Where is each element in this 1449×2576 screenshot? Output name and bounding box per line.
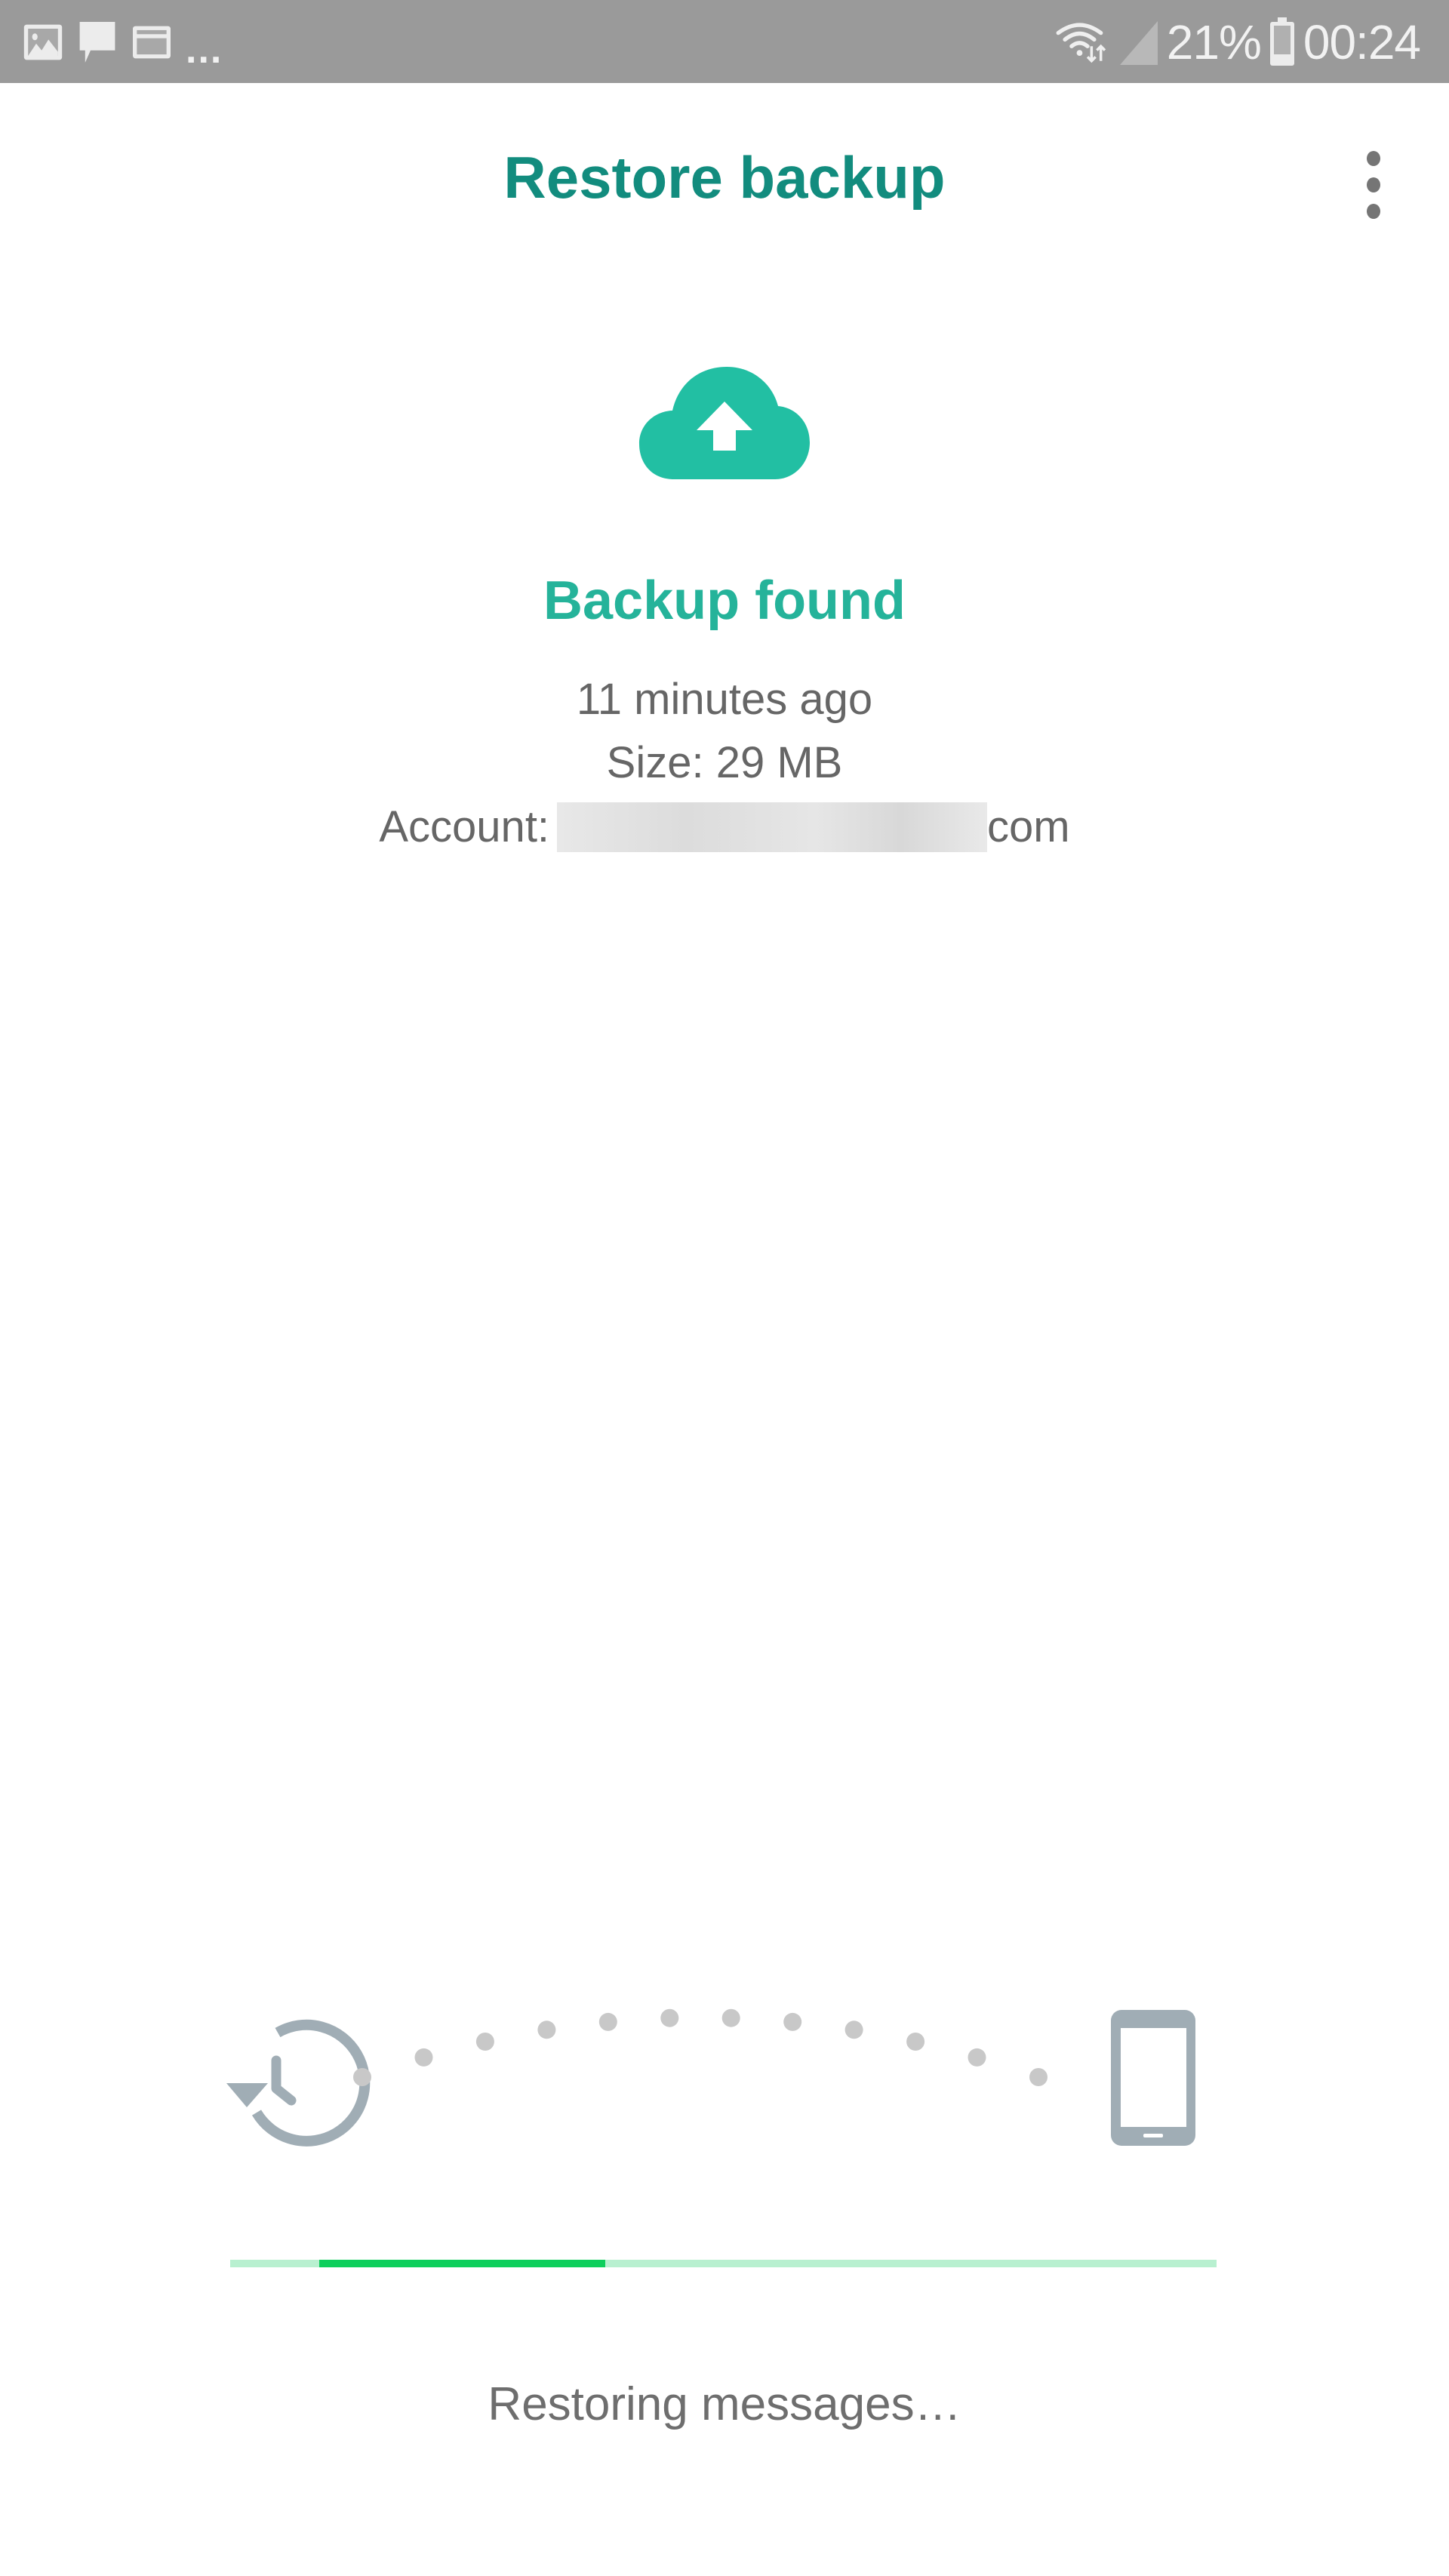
arc-dot bbox=[1029, 2068, 1048, 2086]
wifi-data-icon bbox=[1056, 23, 1106, 63]
dotted-arc bbox=[353, 2008, 1048, 2086]
backup-size: Size: 29 MB bbox=[606, 738, 843, 787]
battery-icon bbox=[1269, 17, 1294, 66]
arc-dot bbox=[721, 2008, 740, 2027]
more-vert-icon-dot bbox=[1367, 151, 1380, 166]
arc-dot bbox=[537, 2020, 556, 2039]
account-email-redacted bbox=[557, 802, 988, 852]
card-icon bbox=[133, 26, 171, 59]
arc-dot bbox=[660, 2008, 679, 2027]
status-bar: ... 21% 00:24 bbox=[0, 0, 1449, 83]
arc-dot bbox=[783, 2012, 802, 2031]
system-status-area: 21% 00:24 bbox=[1055, 11, 1421, 74]
more-vert-icon-dot bbox=[1367, 177, 1380, 192]
restore-history-icon bbox=[226, 2019, 371, 2147]
battery-percent: 21% bbox=[1166, 15, 1262, 69]
page-title: Restore backup bbox=[503, 144, 946, 211]
restore-animation bbox=[226, 2008, 1195, 2147]
arc-dot bbox=[475, 2033, 494, 2051]
notification-area: ... bbox=[23, 20, 223, 69]
restore-progress-fill bbox=[318, 2260, 605, 2267]
smartphone-icon bbox=[1111, 2010, 1195, 2146]
message-icon bbox=[79, 22, 115, 63]
arc-dot bbox=[353, 2068, 371, 2086]
backup-age: 11 minutes ago bbox=[576, 675, 873, 724]
image-icon bbox=[23, 24, 63, 60]
restore-status-text: Restoring messages… bbox=[488, 2378, 961, 2430]
backup-found-title: Backup found bbox=[543, 571, 906, 631]
cell-signal-icon bbox=[1119, 21, 1158, 65]
more-notifications-indicator: ... bbox=[186, 28, 223, 72]
backup-account: Account: com bbox=[0, 802, 1449, 852]
account-label: Account: bbox=[379, 802, 550, 851]
arc-dot bbox=[598, 2012, 617, 2031]
cloud-upload-icon bbox=[639, 367, 810, 479]
arc-dot bbox=[844, 2020, 863, 2039]
more-vert-icon-dot bbox=[1367, 204, 1380, 219]
arc-dot bbox=[414, 2048, 433, 2067]
restore-progress-bar bbox=[230, 2260, 1217, 2267]
arc-dot bbox=[906, 2033, 925, 2051]
clock: 00:24 bbox=[1303, 15, 1421, 69]
more-options-button[interactable] bbox=[1351, 151, 1396, 219]
account-email-suffix: com bbox=[987, 802, 1070, 851]
arc-dot bbox=[968, 2048, 986, 2067]
